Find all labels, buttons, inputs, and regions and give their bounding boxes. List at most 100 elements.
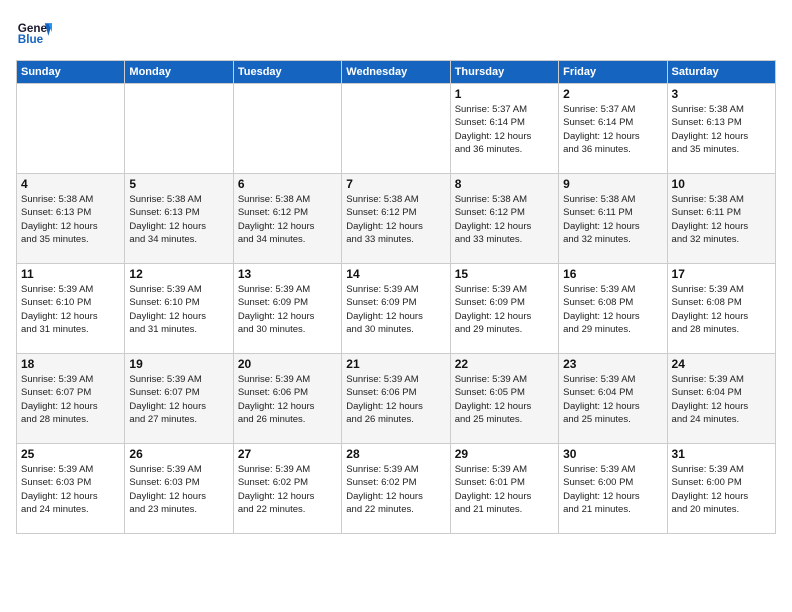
day-number: 31 — [672, 447, 771, 461]
calendar-cell: 25 Sunrise: 5:39 AM Sunset: 6:03 PM Dayli… — [17, 444, 125, 534]
day-info: Sunrise: 5:39 AM Sunset: 6:10 PM Dayligh… — [129, 283, 228, 336]
day-info: Sunrise: 5:39 AM Sunset: 6:03 PM Dayligh… — [129, 463, 228, 516]
day-number: 12 — [129, 267, 228, 281]
calendar-header-sunday: Sunday — [17, 61, 125, 84]
calendar-cell: 21Sunrise: 5:39 AM Sunset: 6:06 PM Dayli… — [342, 354, 450, 444]
calendar-week-row: 25 Sunrise: 5:39 AM Sunset: 6:03 PM Dayli… — [17, 444, 776, 534]
calendar-cell: 28 Sunrise: 5:39 AM Sunset: 6:02 PM Dayli… — [342, 444, 450, 534]
calendar-cell: 9 Sunrise: 5:38 AM Sunset: 6:11 PM Daylig… — [559, 174, 667, 264]
day-info: Sunrise: 5:39 AM Sunset: 6:05 PM Dayligh… — [455, 373, 554, 426]
calendar-cell: 6 Sunrise: 5:38 AM Sunset: 6:12 PM Daylig… — [233, 174, 341, 264]
day-number: 5 — [129, 177, 228, 191]
day-number: 28 — [346, 447, 445, 461]
day-number: 29 — [455, 447, 554, 461]
day-number: 14 — [346, 267, 445, 281]
calendar-cell: 13 Sunrise: 5:39 AM Sunset: 6:09 PM Dayli… — [233, 264, 341, 354]
day-info: Sunrise: 5:39 AM Sunset: 6:02 PM Dayligh… — [238, 463, 337, 516]
day-number: 11 — [21, 267, 120, 281]
calendar-header-tuesday: Tuesday — [233, 61, 341, 84]
calendar-cell: 22 Sunrise: 5:39 AM Sunset: 6:05 PM Dayli… — [450, 354, 558, 444]
calendar-header-monday: Monday — [125, 61, 233, 84]
day-info: Sunrise: 5:38 AM Sunset: 6:13 PM Dayligh… — [672, 103, 771, 156]
day-info: Sunrise: 5:39 AM Sunset: 6:09 PM Dayligh… — [238, 283, 337, 336]
day-info: Sunrise: 5:38 AM Sunset: 6:11 PM Dayligh… — [563, 193, 662, 246]
day-info: Sunrise: 5:39 AM Sunset: 6:08 PM Dayligh… — [563, 283, 662, 336]
calendar-cell: 24 Sunrise: 5:39 AM Sunset: 6:04 PM Dayli… — [667, 354, 775, 444]
day-number: 1 — [455, 87, 554, 101]
day-info: Sunrise: 5:39 AM Sunset: 6:10 PM Dayligh… — [21, 283, 120, 336]
day-number: 2 — [563, 87, 662, 101]
calendar-cell — [17, 84, 125, 174]
calendar-cell: 30 Sunrise: 5:39 AM Sunset: 6:00 PM Dayli… — [559, 444, 667, 534]
calendar-header-row: SundayMondayTuesdayWednesdayThursdayFrid… — [17, 61, 776, 84]
calendar-cell: 3 Sunrise: 5:38 AM Sunset: 6:13 PM Daylig… — [667, 84, 775, 174]
calendar-table: SundayMondayTuesdayWednesdayThursdayFrid… — [16, 60, 776, 534]
day-number: 21 — [346, 357, 445, 371]
calendar-cell: 20 Sunrise: 5:39 AM Sunset: 6:06 PM Dayli… — [233, 354, 341, 444]
calendar-week-row: 1 Sunrise: 5:37 AM Sunset: 6:14 PM Daylig… — [17, 84, 776, 174]
day-number: 30 — [563, 447, 662, 461]
calendar-cell: 10Sunrise: 5:38 AM Sunset: 6:11 PM Dayli… — [667, 174, 775, 264]
day-info: Sunrise: 5:38 AM Sunset: 6:11 PM Dayligh… — [672, 193, 771, 246]
svg-text:Blue: Blue — [18, 33, 44, 46]
day-number: 22 — [455, 357, 554, 371]
calendar-header-saturday: Saturday — [667, 61, 775, 84]
day-info: Sunrise: 5:39 AM Sunset: 6:04 PM Dayligh… — [672, 373, 771, 426]
calendar-cell — [125, 84, 233, 174]
calendar-header-friday: Friday — [559, 61, 667, 84]
day-number: 7 — [346, 177, 445, 191]
day-info: Sunrise: 5:39 AM Sunset: 6:08 PM Dayligh… — [672, 283, 771, 336]
calendar-header-thursday: Thursday — [450, 61, 558, 84]
calendar-cell — [233, 84, 341, 174]
day-info: Sunrise: 5:38 AM Sunset: 6:12 PM Dayligh… — [346, 193, 445, 246]
day-number: 4 — [21, 177, 120, 191]
day-number: 24 — [672, 357, 771, 371]
page-header: General Blue — [16, 16, 776, 52]
calendar-cell — [342, 84, 450, 174]
day-info: Sunrise: 5:39 AM Sunset: 6:06 PM Dayligh… — [238, 373, 337, 426]
day-info: Sunrise: 5:39 AM Sunset: 6:02 PM Dayligh… — [346, 463, 445, 516]
calendar-cell: 16 Sunrise: 5:39 AM Sunset: 6:08 PM Dayli… — [559, 264, 667, 354]
calendar-cell: 5 Sunrise: 5:38 AM Sunset: 6:13 PM Daylig… — [125, 174, 233, 264]
logo: General Blue — [16, 16, 32, 52]
day-number: 20 — [238, 357, 337, 371]
day-number: 8 — [455, 177, 554, 191]
calendar-cell: 15 Sunrise: 5:39 AM Sunset: 6:09 PM Dayli… — [450, 264, 558, 354]
day-info: Sunrise: 5:39 AM Sunset: 6:04 PM Dayligh… — [563, 373, 662, 426]
calendar-cell: 4Sunrise: 5:38 AM Sunset: 6:13 PM Daylig… — [17, 174, 125, 264]
day-number: 3 — [672, 87, 771, 101]
day-info: Sunrise: 5:39 AM Sunset: 6:09 PM Dayligh… — [455, 283, 554, 336]
calendar-cell: 29Sunrise: 5:39 AM Sunset: 6:01 PM Dayli… — [450, 444, 558, 534]
day-number: 25 — [21, 447, 120, 461]
calendar-cell: 17 Sunrise: 5:39 AM Sunset: 6:08 PM Dayli… — [667, 264, 775, 354]
day-number: 17 — [672, 267, 771, 281]
day-info: Sunrise: 5:38 AM Sunset: 6:12 PM Dayligh… — [455, 193, 554, 246]
day-number: 18 — [21, 357, 120, 371]
calendar-cell: 19 Sunrise: 5:39 AM Sunset: 6:07 PM Dayli… — [125, 354, 233, 444]
calendar-cell: 26 Sunrise: 5:39 AM Sunset: 6:03 PM Dayli… — [125, 444, 233, 534]
calendar-cell: 8 Sunrise: 5:38 AM Sunset: 6:12 PM Daylig… — [450, 174, 558, 264]
calendar-week-row: 18 Sunrise: 5:39 AM Sunset: 6:07 PM Dayli… — [17, 354, 776, 444]
day-number: 6 — [238, 177, 337, 191]
day-info: Sunrise: 5:38 AM Sunset: 6:13 PM Dayligh… — [129, 193, 228, 246]
day-info: Sunrise: 5:38 AM Sunset: 6:12 PM Dayligh… — [238, 193, 337, 246]
day-info: Sunrise: 5:39 AM Sunset: 6:00 PM Dayligh… — [563, 463, 662, 516]
calendar-cell: 2Sunrise: 5:37 AM Sunset: 6:14 PM Daylig… — [559, 84, 667, 174]
day-number: 19 — [129, 357, 228, 371]
day-info: Sunrise: 5:37 AM Sunset: 6:14 PM Dayligh… — [455, 103, 554, 156]
day-number: 9 — [563, 177, 662, 191]
calendar-cell: 14Sunrise: 5:39 AM Sunset: 6:09 PM Dayli… — [342, 264, 450, 354]
day-info: Sunrise: 5:39 AM Sunset: 6:07 PM Dayligh… — [129, 373, 228, 426]
day-number: 13 — [238, 267, 337, 281]
calendar-cell: 31Sunrise: 5:39 AM Sunset: 6:00 PM Dayli… — [667, 444, 775, 534]
day-number: 15 — [455, 267, 554, 281]
day-info: Sunrise: 5:39 AM Sunset: 6:03 PM Dayligh… — [21, 463, 120, 516]
day-number: 26 — [129, 447, 228, 461]
logo-icon: General Blue — [16, 16, 52, 52]
calendar-cell: 23Sunrise: 5:39 AM Sunset: 6:04 PM Dayli… — [559, 354, 667, 444]
calendar-cell: 1 Sunrise: 5:37 AM Sunset: 6:14 PM Daylig… — [450, 84, 558, 174]
day-info: Sunrise: 5:39 AM Sunset: 6:07 PM Dayligh… — [21, 373, 120, 426]
calendar-cell: 12 Sunrise: 5:39 AM Sunset: 6:10 PM Dayli… — [125, 264, 233, 354]
day-number: 16 — [563, 267, 662, 281]
calendar-header-wednesday: Wednesday — [342, 61, 450, 84]
